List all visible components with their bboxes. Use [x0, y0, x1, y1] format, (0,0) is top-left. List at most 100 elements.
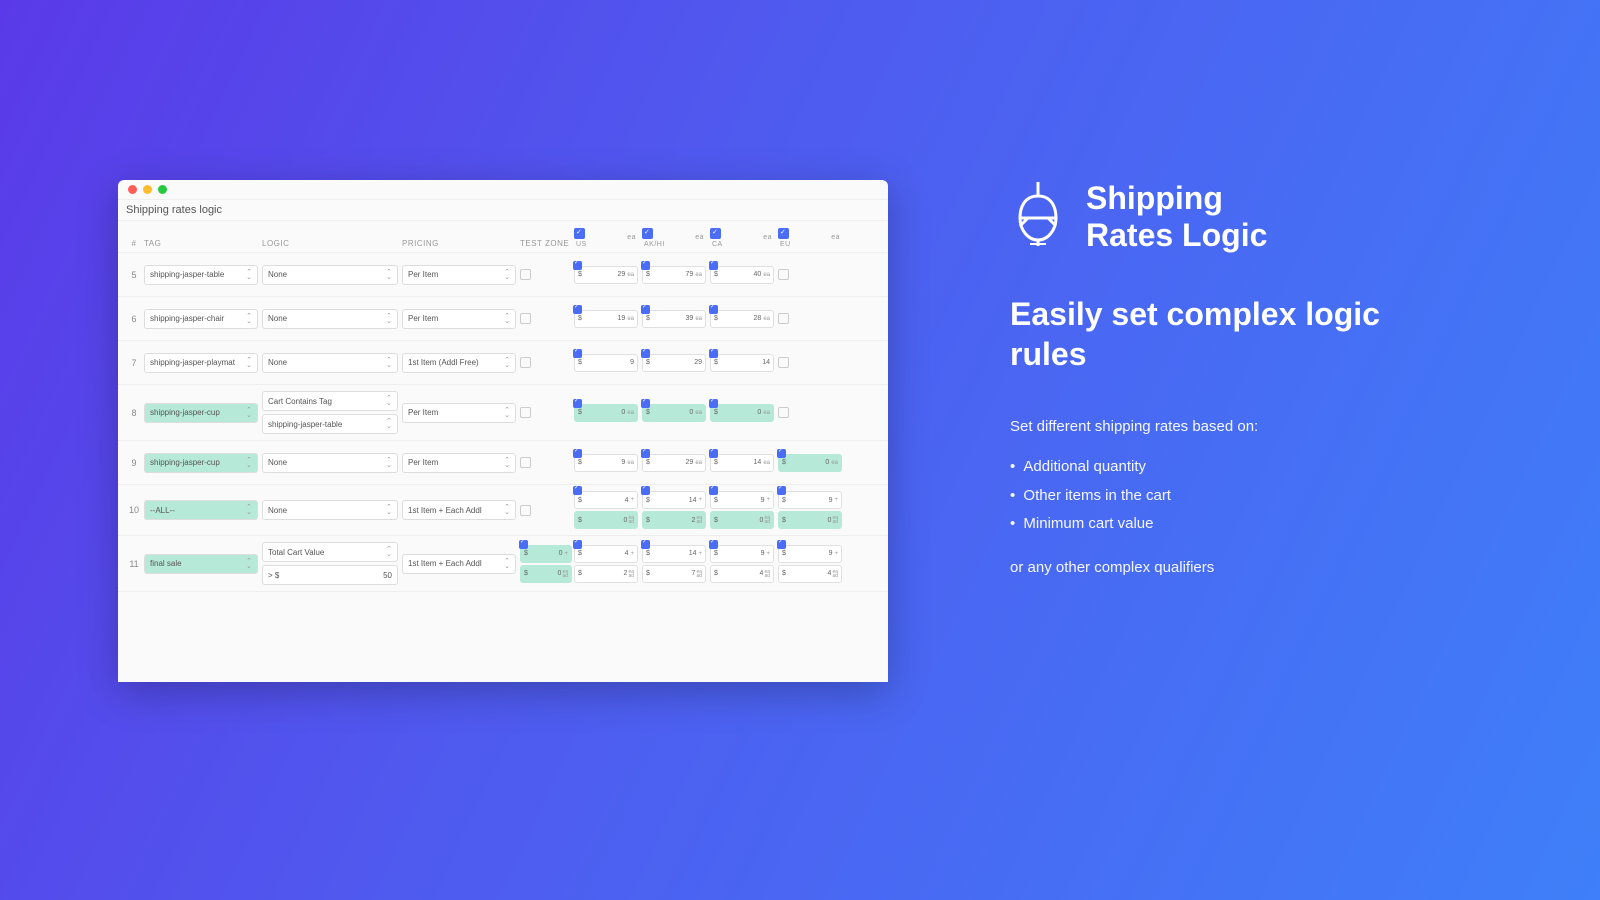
price-input[interactable]: $0ea: [642, 404, 706, 422]
price-checkbox[interactable]: [709, 540, 718, 549]
price-checkbox[interactable]: [573, 261, 582, 270]
test-checkbox[interactable]: [520, 505, 531, 516]
zone-checkbox[interactable]: [778, 228, 789, 239]
tag-select[interactable]: shipping-jasper-cup: [144, 403, 258, 423]
price-input[interactable]: $79ea: [642, 266, 706, 284]
logic-select[interactable]: Total Cart Value: [262, 542, 398, 562]
pricing-select[interactable]: 1st Item + Each Addl: [402, 500, 516, 520]
price-input[interactable]: $4+: [574, 491, 638, 509]
minimize-icon[interactable]: [143, 185, 152, 194]
price-input[interactable]: $14+: [642, 545, 706, 563]
zone-checkbox[interactable]: [574, 228, 585, 239]
zone-checkbox[interactable]: [642, 228, 653, 239]
maximize-icon[interactable]: [158, 185, 167, 194]
price-input[interactable]: $2eaad: [642, 511, 706, 529]
price-input[interactable]: $14: [710, 354, 774, 372]
price-input[interactable]: $0eaad: [574, 511, 638, 529]
tag-select[interactable]: final sale: [144, 554, 258, 574]
price-input[interactable]: $39ea: [642, 310, 706, 328]
price-input[interactable]: $9+: [710, 491, 774, 509]
zone-checkbox[interactable]: [710, 228, 721, 239]
price-input[interactable]: $29: [642, 354, 706, 372]
zone-empty-checkbox[interactable]: [778, 269, 789, 280]
price-checkbox[interactable]: [777, 449, 786, 458]
price-checkbox[interactable]: [709, 261, 718, 270]
logic-amount[interactable]: > $50: [262, 565, 398, 585]
logic-select[interactable]: None: [262, 353, 398, 373]
test-checkbox[interactable]: [520, 407, 531, 418]
price-input[interactable]: $0eaad: [778, 511, 842, 529]
pricing-select[interactable]: Per Item: [402, 309, 516, 329]
price-checkbox[interactable]: [641, 349, 650, 358]
test-checkbox[interactable]: [520, 357, 531, 368]
price-input[interactable]: $0eaad: [520, 565, 572, 583]
price-input[interactable]: $40ea: [710, 266, 774, 284]
price-checkbox[interactable]: [709, 486, 718, 495]
price-checkbox[interactable]: [573, 305, 582, 314]
logic-select[interactable]: Cart Contains Tag: [262, 391, 398, 411]
pricing-select[interactable]: Per Item: [402, 403, 516, 423]
price-checkbox[interactable]: [573, 449, 582, 458]
marketing-panel: ShippingRates Logic Easily set complex l…: [1010, 180, 1380, 576]
tag-select[interactable]: shipping-jasper-chair: [144, 309, 258, 329]
price-checkbox[interactable]: [709, 305, 718, 314]
price-input[interactable]: $9+: [778, 545, 842, 563]
test-checkbox[interactable]: [520, 269, 531, 280]
price-checkbox[interactable]: [709, 449, 718, 458]
price-input[interactable]: $4eaad: [778, 565, 842, 583]
price-input[interactable]: $28ea: [710, 310, 774, 328]
price-input[interactable]: $9ea: [574, 454, 638, 472]
price-checkbox[interactable]: [573, 349, 582, 358]
price-checkbox[interactable]: [519, 540, 528, 549]
pricing-select[interactable]: Per Item: [402, 265, 516, 285]
logic-select[interactable]: None: [262, 500, 398, 520]
price-input[interactable]: $7eaad: [642, 565, 706, 583]
test-checkbox[interactable]: [520, 313, 531, 324]
price-input[interactable]: $0eaad: [710, 511, 774, 529]
pricing-select[interactable]: Per Item: [402, 453, 516, 473]
close-icon[interactable]: [128, 185, 137, 194]
price-input[interactable]: $29ea: [642, 454, 706, 472]
price-checkbox[interactable]: [777, 486, 786, 495]
tag-select[interactable]: shipping-jasper-playmat: [144, 353, 258, 373]
price-input[interactable]: $9+: [778, 491, 842, 509]
price-input[interactable]: $14ea: [710, 454, 774, 472]
zone-empty-checkbox[interactable]: [778, 407, 789, 418]
price-input[interactable]: $9: [574, 354, 638, 372]
price-input[interactable]: $0ea: [778, 454, 842, 472]
price-checkbox[interactable]: [641, 486, 650, 495]
price-input[interactable]: $2eaad: [574, 565, 638, 583]
price-checkbox[interactable]: [641, 449, 650, 458]
logic-select[interactable]: shipping-jasper-table: [262, 414, 398, 434]
price-checkbox[interactable]: [641, 305, 650, 314]
price-input[interactable]: $19ea: [574, 310, 638, 328]
zone-empty-checkbox[interactable]: [778, 357, 789, 368]
price-input[interactable]: $29ea: [574, 266, 638, 284]
price-checkbox[interactable]: [641, 399, 650, 408]
price-checkbox[interactable]: [573, 486, 582, 495]
price-input[interactable]: $4+: [574, 545, 638, 563]
price-input[interactable]: $14+: [642, 491, 706, 509]
logic-select[interactable]: None: [262, 265, 398, 285]
price-input[interactable]: $0ea: [574, 404, 638, 422]
pricing-select[interactable]: 1st Item + Each Addl: [402, 554, 516, 574]
price-checkbox[interactable]: [641, 540, 650, 549]
price-checkbox[interactable]: [709, 349, 718, 358]
price-input[interactable]: $9+: [710, 545, 774, 563]
tag-select[interactable]: --ALL--: [144, 500, 258, 520]
table-row: 5 shipping-jasper-table None Per Item $2…: [118, 253, 888, 297]
tag-select[interactable]: shipping-jasper-cup: [144, 453, 258, 473]
price-checkbox[interactable]: [641, 261, 650, 270]
price-input[interactable]: $4eaad: [710, 565, 774, 583]
price-checkbox[interactable]: [573, 399, 582, 408]
price-input[interactable]: $0ea: [710, 404, 774, 422]
logic-select[interactable]: None: [262, 309, 398, 329]
test-checkbox[interactable]: [520, 457, 531, 468]
price-checkbox[interactable]: [573, 540, 582, 549]
tag-select[interactable]: shipping-jasper-table: [144, 265, 258, 285]
price-checkbox[interactable]: [777, 540, 786, 549]
pricing-select[interactable]: 1st Item (Addl Free): [402, 353, 516, 373]
zone-empty-checkbox[interactable]: [778, 313, 789, 324]
logic-select[interactable]: None: [262, 453, 398, 473]
price-checkbox[interactable]: [709, 399, 718, 408]
